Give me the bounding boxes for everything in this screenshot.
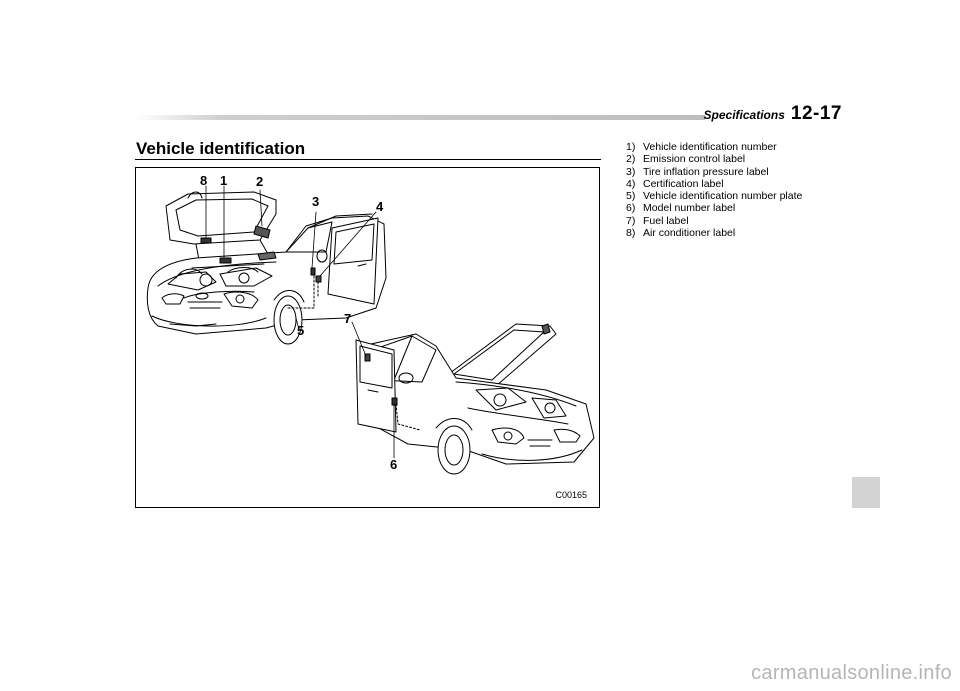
legend-number: 4) (626, 177, 636, 190)
chapter-tab (852, 477, 880, 508)
legend-number: 6) (626, 202, 636, 215)
legend-text: Model number label (643, 202, 736, 215)
legend-text: Air conditioner label (643, 227, 736, 240)
legend-number: 7) (626, 214, 636, 227)
legend-number: 2) (626, 153, 636, 166)
legend-item: 7) Fuel label (626, 215, 802, 227)
legend-text: Fuel label (643, 214, 689, 227)
figure-code: C00165 (555, 490, 587, 500)
legend-item: 8) Air conditioner label (626, 227, 802, 239)
legend-number: 8) (626, 227, 636, 240)
header-rule (135, 115, 705, 120)
vehicle-figure: 8 1 2 3 4 5 7 6 C00165 (135, 167, 600, 508)
callout-3: 3 (312, 194, 320, 209)
legend-item: 4) Certification label (626, 178, 802, 190)
legend-number: 1) (626, 141, 636, 153)
page-title: Vehicle identification (136, 139, 306, 158)
legend-item: 2) Emission control label (626, 153, 802, 165)
page-number: 12-17 (790, 103, 842, 124)
callout-8: 8 (200, 173, 208, 188)
legend-item: 5) Vehicle identification number plate (626, 190, 802, 202)
legend-text: Vehicle identification number (643, 141, 777, 153)
callout-4: 4 (376, 199, 384, 214)
callout-1: 1 (220, 173, 228, 188)
callout-5: 5 (297, 323, 305, 338)
legend-number: 3) (626, 165, 636, 178)
legend-text: Certification label (643, 177, 724, 190)
title-rule (135, 159, 601, 160)
legend-item: 1) Vehicle identification number (626, 141, 802, 153)
legend-number: 5) (626, 190, 636, 203)
callout-6: 6 (390, 457, 398, 472)
legend-text: Tire inflation pressure label (643, 165, 769, 178)
label-legend: 1) Vehicle identification number 2) Emissi… (626, 141, 802, 239)
callout-7: 7 (344, 311, 352, 326)
car-rear-view (355, 323, 595, 475)
legend-text: Emission control label (643, 153, 746, 166)
callout-2: 2 (256, 174, 264, 189)
legend-item: 6) Model number label (626, 202, 802, 214)
legend-item: 3) Tire inflation pressure label (626, 166, 802, 178)
legend-text: Vehicle identification number plate (643, 190, 803, 203)
car-illustration (146, 185, 595, 475)
watermark: carmanualsonline.info (751, 662, 952, 684)
page-header: Specifications 12-17 (704, 103, 842, 125)
section-name: Specifications (703, 108, 785, 122)
